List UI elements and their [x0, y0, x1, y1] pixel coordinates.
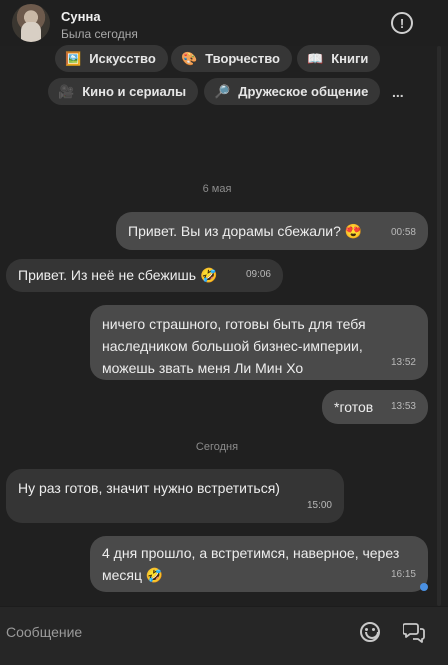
message-input[interactable]: [0, 617, 340, 647]
contact-name[interactable]: Сунна: [61, 9, 101, 24]
interest-chip-friendship[interactable]: 🔎 Дружеское общение: [204, 78, 381, 105]
message-text: ничего страшного, готовы быть для тебя н…: [102, 316, 366, 376]
info-glyph: !: [399, 15, 405, 31]
message-outgoing[interactable]: Привет. Вы из дорамы сбежали? 😍 00:58: [116, 212, 428, 250]
message-composer: [0, 606, 448, 665]
read-indicator: [420, 583, 428, 591]
chip-label: Искусство: [89, 51, 156, 66]
picture-icon: 🖼️: [65, 50, 82, 66]
magnifier-icon: 🔎: [214, 83, 231, 99]
message-time: 13:52: [390, 357, 416, 368]
message-incoming[interactable]: Ну раз готов, значит нужно встретиться) …: [6, 469, 344, 523]
message-text: 4 дня прошло, а встретимся, наверное, че…: [102, 545, 400, 583]
contact-status: Была сегодня: [61, 27, 138, 41]
interest-chip-art[interactable]: 🖼️ Искусство: [55, 45, 168, 72]
smile-icon[interactable]: [360, 622, 380, 642]
message-time: 09:06: [245, 269, 271, 280]
message-time: 15:00: [306, 500, 332, 511]
book-icon: 📖: [307, 50, 324, 66]
interest-chip-movies[interactable]: 🎥 Кино и сериалы: [48, 78, 199, 105]
message-incoming[interactable]: Привет. Из неё не сбежишь 🤣 09:06: [6, 259, 283, 292]
message-outgoing[interactable]: ничего страшного, готовы быть для тебя н…: [90, 305, 428, 380]
message-time: 00:58: [390, 227, 416, 238]
more-interests-button[interactable]: ...: [392, 84, 404, 100]
movie-camera-icon: 🎥: [58, 83, 75, 99]
chat-header: Сунна Была сегодня !: [0, 0, 448, 46]
date-separator: 6 мая: [202, 183, 232, 195]
message-time: 16:15: [390, 569, 416, 580]
interest-chip-books[interactable]: 📖 Книги: [297, 45, 381, 72]
chip-label: Творчество: [205, 51, 280, 66]
message-text: Привет. Из неё не сбежишь 🤣: [18, 267, 218, 283]
message-outgoing[interactable]: *готов 13:53: [322, 390, 428, 424]
chip-label: Кино и сериалы: [82, 84, 187, 99]
avatar[interactable]: [12, 4, 50, 42]
message-outgoing[interactable]: 4 дня прошло, а встретимся, наверное, че…: [90, 536, 428, 592]
message-text: Привет. Вы из дорамы сбежали? 😍: [128, 223, 363, 239]
info-icon[interactable]: !: [391, 12, 413, 34]
chip-label: Дружеское общение: [238, 84, 369, 99]
interest-chip-creativity[interactable]: 🎨 Творчество: [171, 45, 292, 72]
date-separator: Сегодня: [195, 441, 239, 453]
chat-bubbles-icon[interactable]: [402, 621, 425, 643]
message-text: Ну раз готов, значит нужно встретиться): [18, 480, 280, 496]
chip-label: Книги: [331, 51, 369, 66]
palette-icon: 🎨: [181, 50, 198, 66]
message-time: 13:53: [390, 401, 416, 412]
scrollbar[interactable]: [437, 46, 441, 606]
